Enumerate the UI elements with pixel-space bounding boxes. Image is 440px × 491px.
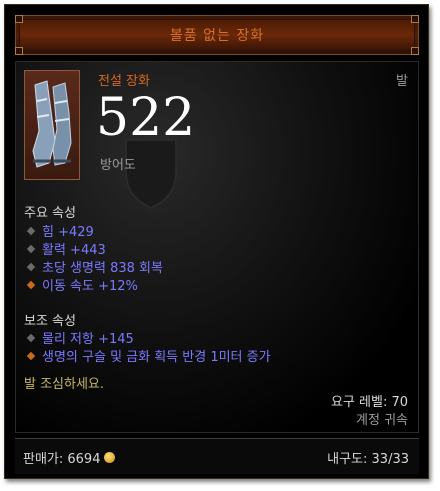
boots-icon [24, 70, 80, 180]
primary-stat-movespeed: 이동 속도 +12% [24, 275, 138, 294]
legendary-bullet-icon [26, 351, 36, 360]
primary-stat-vitality: 활력 +443 [24, 239, 106, 258]
bullet-icon [26, 226, 36, 235]
tooltip-body: 전설 장화 발 522 방어도 주요 속성 힘 +429 활력 +443 초당 … [15, 61, 419, 433]
secondary-title: 보조 속성 [24, 314, 76, 329]
secondary-stat-pickup: 생명의 구슬 및 금화 획득 반경 1미터 증가 [24, 346, 271, 365]
item-name: 볼품 없는 장화 [169, 28, 265, 44]
bullet-icon [26, 244, 36, 253]
secondary-stat-physres: 물리 저항 +145 [24, 328, 134, 347]
armor-value: 522 [96, 88, 196, 148]
armor-label: 방어도 [100, 158, 136, 173]
item-slot: 발 [396, 74, 408, 89]
durability: 내구도: 33/33 [327, 452, 409, 467]
sell-price: 판매가: 6694 [23, 448, 116, 467]
tooltip-header: 볼품 없는 장화 [15, 15, 419, 55]
bullet-icon [26, 262, 36, 271]
tooltip-footer: 판매가: 6694 내구도: 33/33 [15, 438, 419, 474]
gold-coin-icon [104, 452, 116, 463]
flavor-text: 발 조심하세요. [24, 377, 105, 392]
account-bound: 계정 귀속 [356, 413, 408, 428]
level-requirement: 요구 레벨: 70 [330, 395, 408, 410]
item-tooltip: 볼품 없는 장화 전설 장화 발 522 방어도 주요 속성 힘 +429 활력… [4, 4, 429, 479]
bullet-icon [26, 333, 36, 342]
item-rarity: 전설 장화 [98, 74, 150, 89]
legendary-bullet-icon [26, 280, 36, 289]
primary-title: 주요 속성 [24, 206, 76, 221]
primary-stat-regen: 초당 생명력 838 회복 [24, 257, 163, 276]
primary-stat-strength: 힘 +429 [24, 221, 94, 240]
